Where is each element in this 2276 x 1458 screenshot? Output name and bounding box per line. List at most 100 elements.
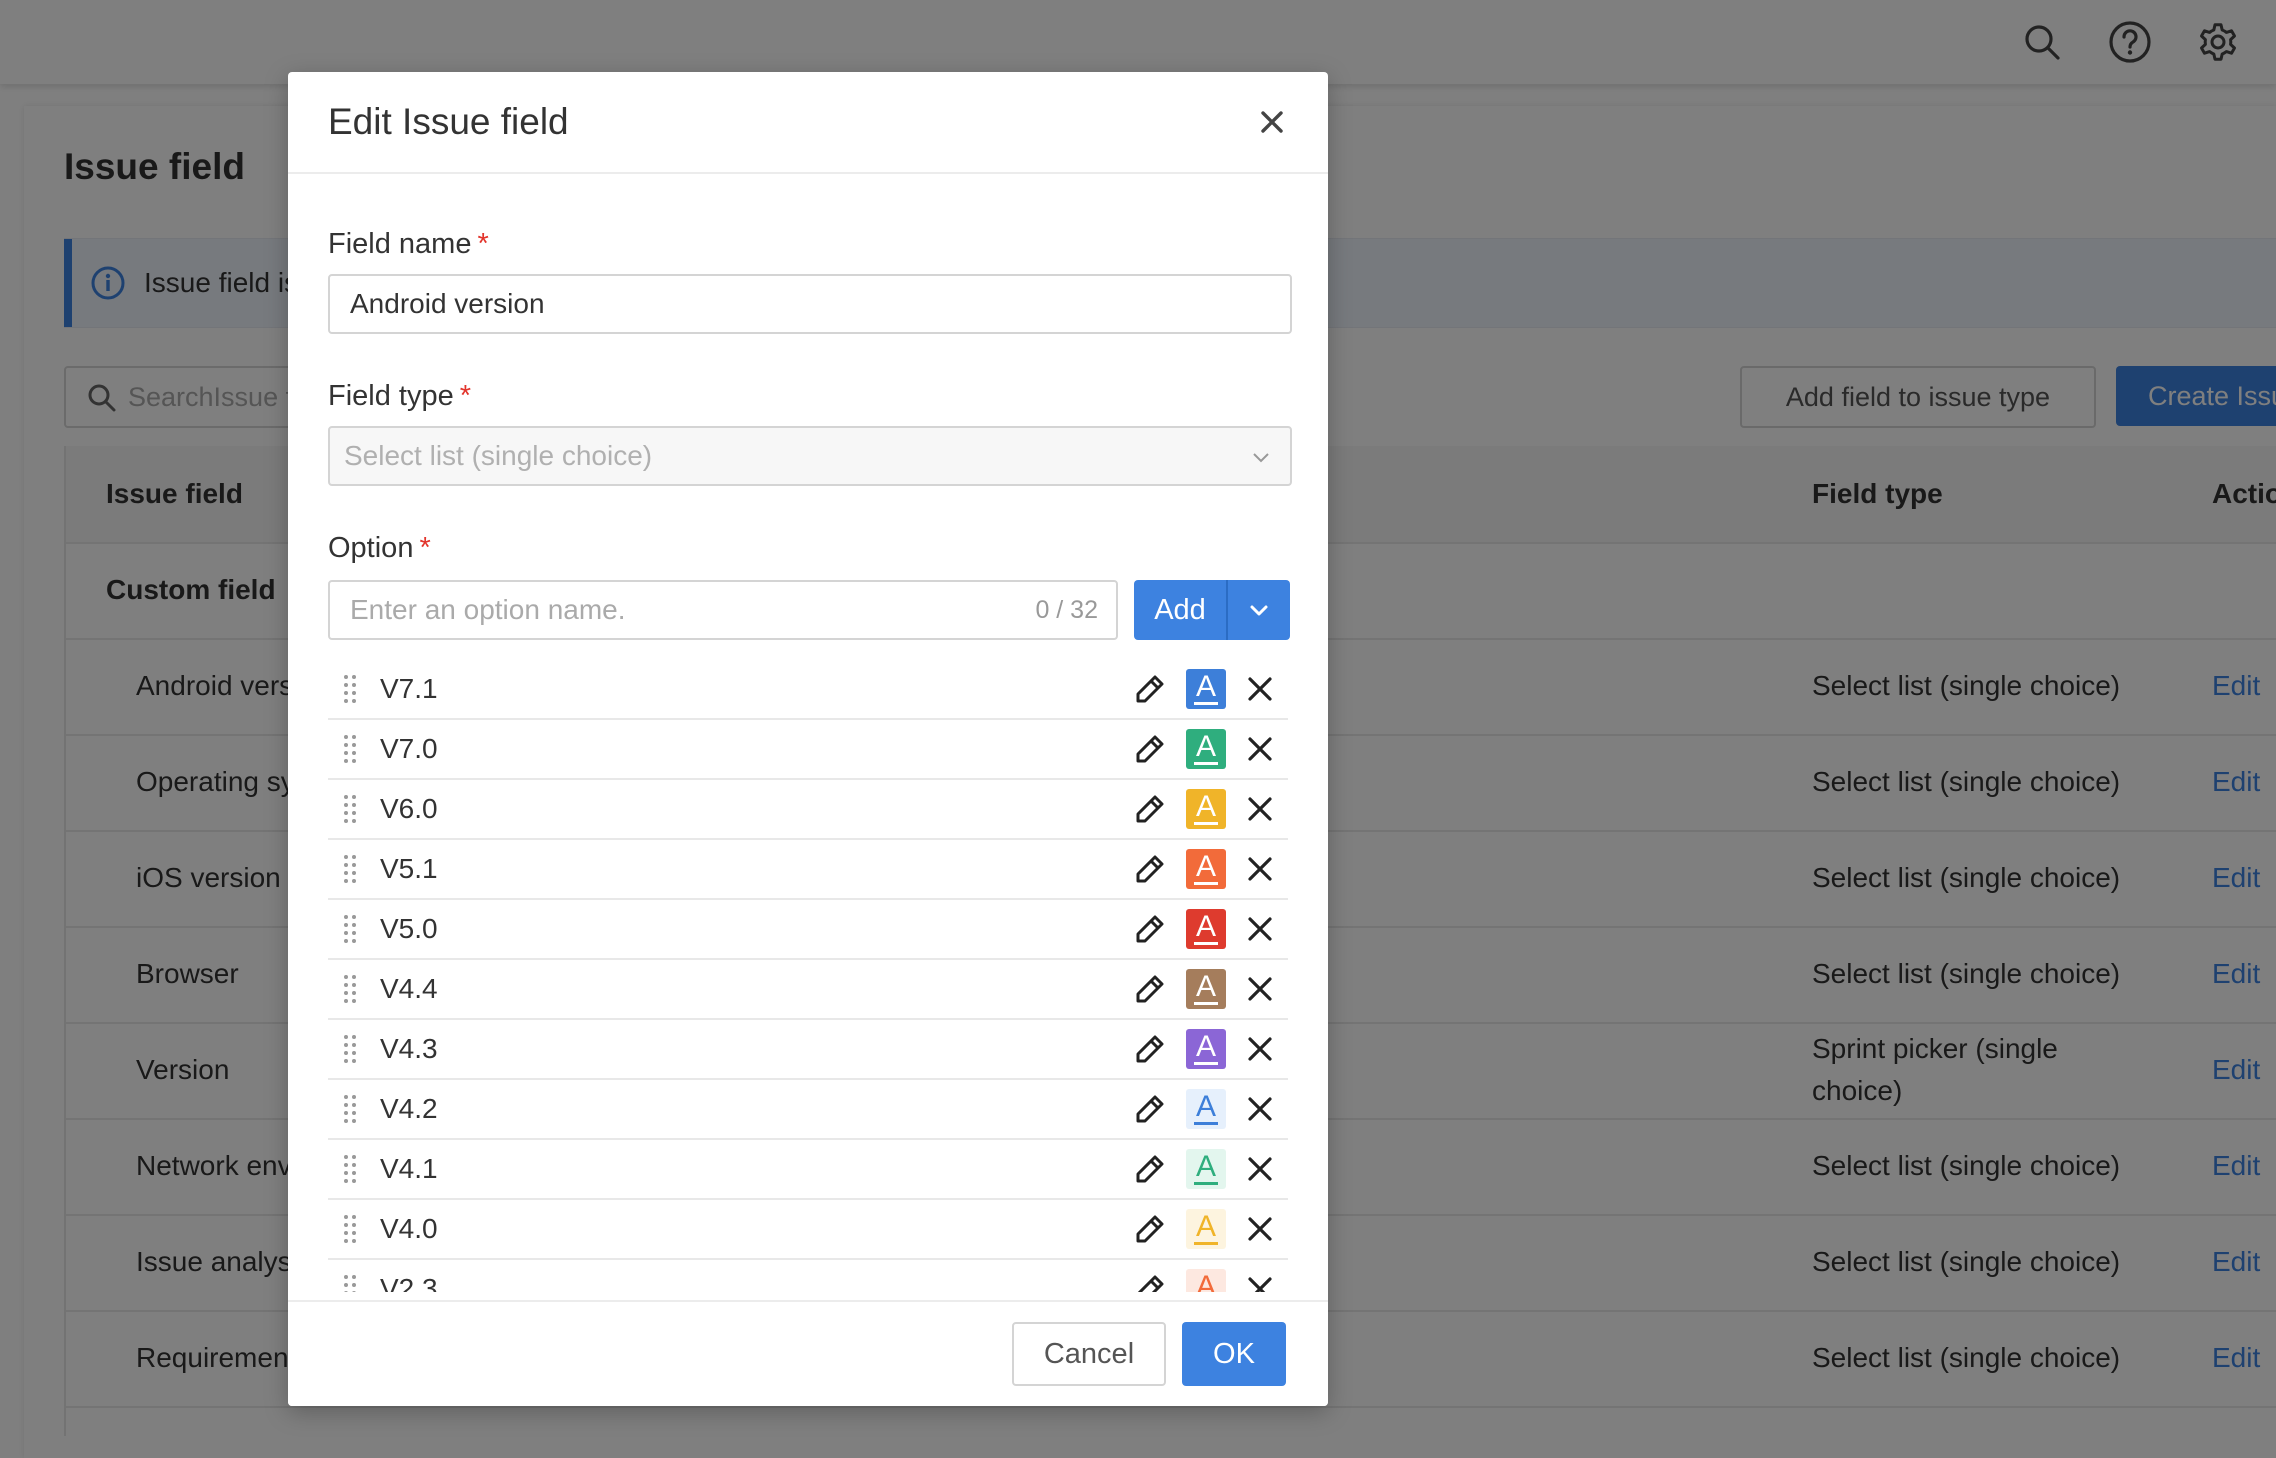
required-asterisk: * [419, 532, 431, 564]
chevron-down-icon [1250, 446, 1272, 468]
close-icon[interactable] [1244, 793, 1276, 825]
cancel-button[interactable]: Cancel [1012, 1322, 1166, 1386]
close-icon[interactable] [1244, 733, 1276, 765]
close-icon[interactable] [1244, 1273, 1276, 1292]
color-swatch[interactable]: A [1186, 1029, 1226, 1069]
dialog-header: Edit Issue field [288, 72, 1328, 174]
option-char-counter: 0 / 32 [1035, 596, 1098, 624]
swatch-letter: A [1195, 1150, 1216, 1183]
chevron-down-icon [1250, 605, 1268, 616]
option-row: V4.0 A [328, 1200, 1288, 1260]
pencil-icon[interactable] [1132, 1211, 1168, 1247]
color-swatch[interactable]: A [1186, 1209, 1226, 1249]
option-name: V5.0 [380, 913, 438, 944]
drag-handle-icon[interactable] [342, 793, 358, 825]
color-swatch[interactable]: A [1186, 1269, 1226, 1292]
drag-handle-icon[interactable] [342, 1273, 358, 1292]
field-type-value: Select list (single choice) [344, 440, 653, 471]
drag-handle-icon[interactable] [342, 853, 358, 885]
close-icon[interactable] [1244, 1153, 1276, 1185]
option-row: V5.1 A [328, 840, 1288, 900]
field-name-input[interactable]: Android version [328, 274, 1292, 334]
swatch-letter: A [1195, 730, 1216, 763]
drag-handle-icon[interactable] [342, 913, 358, 945]
color-swatch[interactable]: A [1186, 669, 1226, 709]
drag-handle-icon[interactable] [342, 1153, 358, 1185]
pencil-icon[interactable] [1132, 731, 1168, 767]
swatch-underline [1194, 1122, 1218, 1125]
pencil-icon[interactable] [1132, 1031, 1168, 1067]
option-row: V6.0 A [328, 780, 1288, 840]
swatch-underline [1194, 1002, 1218, 1005]
option-row: V4.4 A [328, 960, 1288, 1020]
drag-handle-icon[interactable] [342, 733, 358, 765]
option-name-placeholder: Enter an option name. [350, 594, 626, 625]
drag-handle-icon[interactable] [342, 1093, 358, 1125]
ok-button[interactable]: OK [1182, 1322, 1286, 1386]
close-icon[interactable] [1244, 913, 1276, 945]
field-name-value: Android version [350, 288, 545, 319]
swatch-underline [1194, 1242, 1218, 1245]
option-row: V7.0 A [328, 720, 1288, 780]
swatch-underline [1194, 762, 1218, 765]
close-icon[interactable] [1244, 1093, 1276, 1125]
close-icon[interactable] [1244, 1033, 1276, 1065]
add-option-button[interactable]: Add [1134, 580, 1290, 640]
color-swatch[interactable]: A [1186, 849, 1226, 889]
close-icon[interactable] [1254, 104, 1290, 140]
option-row: V2.3 A [328, 1260, 1288, 1292]
pencil-icon[interactable] [1132, 1091, 1168, 1127]
option-name: V7.0 [380, 733, 438, 764]
drag-handle-icon[interactable] [342, 673, 358, 705]
drag-handle-icon[interactable] [342, 1033, 358, 1065]
option-row: V7.1 A [328, 660, 1288, 720]
color-swatch[interactable]: A [1186, 909, 1226, 949]
swatch-underline [1194, 882, 1218, 885]
add-options-dropdown[interactable] [1228, 580, 1290, 640]
swatch-letter: A [1195, 790, 1216, 823]
option-name: V4.4 [380, 973, 438, 1004]
pencil-icon[interactable] [1132, 1271, 1168, 1292]
color-swatch[interactable]: A [1186, 1089, 1226, 1129]
option-row: V5.0 A [328, 900, 1288, 960]
color-swatch[interactable]: A [1186, 729, 1226, 769]
swatch-letter: A [1195, 850, 1216, 883]
swatch-letter: A [1195, 1210, 1216, 1243]
pencil-icon[interactable] [1132, 791, 1168, 827]
option-name: V4.2 [380, 1093, 438, 1124]
swatch-letter: A [1195, 1270, 1216, 1292]
close-icon[interactable] [1244, 673, 1276, 705]
close-icon[interactable] [1244, 1213, 1276, 1245]
close-icon[interactable] [1244, 973, 1276, 1005]
color-swatch[interactable]: A [1186, 789, 1226, 829]
option-list: V7.1 A V7.0 A V6.0 A V5.1 A V5.0 A V4.4 A V4.3 A V4.2 A… [328, 660, 1288, 1292]
option-name: V4.0 [380, 1213, 438, 1244]
option-name: V5.1 [380, 853, 438, 884]
color-swatch[interactable]: A [1186, 969, 1226, 1009]
color-swatch[interactable]: A [1186, 1149, 1226, 1189]
option-label: Option * [328, 532, 431, 564]
option-name: V4.1 [380, 1153, 438, 1184]
option-name: V2.3 [380, 1273, 438, 1292]
pencil-icon[interactable] [1132, 671, 1168, 707]
pencil-icon[interactable] [1132, 911, 1168, 947]
swatch-letter: A [1195, 670, 1216, 703]
swatch-letter: A [1195, 1090, 1216, 1123]
swatch-underline [1194, 1062, 1218, 1065]
pencil-icon[interactable] [1132, 851, 1168, 887]
option-name: V4.3 [380, 1033, 438, 1064]
edit-issue-field-dialog: Edit Issue field Field name * Android ver… [288, 72, 1328, 1406]
option-name-input[interactable]: Enter an option name. 0 / 32 [328, 580, 1118, 640]
option-name: V6.0 [380, 793, 438, 824]
swatch-underline [1194, 822, 1218, 825]
close-icon[interactable] [1244, 853, 1276, 885]
pencil-icon[interactable] [1132, 971, 1168, 1007]
swatch-letter: A [1195, 1030, 1216, 1063]
drag-handle-icon[interactable] [342, 973, 358, 1005]
field-type-label: Field type * [328, 380, 472, 412]
swatch-underline [1194, 1182, 1218, 1185]
add-option-label[interactable]: Add [1134, 580, 1226, 640]
drag-handle-icon[interactable] [342, 1213, 358, 1245]
pencil-icon[interactable] [1132, 1151, 1168, 1187]
dialog-title: Edit Issue field [328, 101, 569, 142]
